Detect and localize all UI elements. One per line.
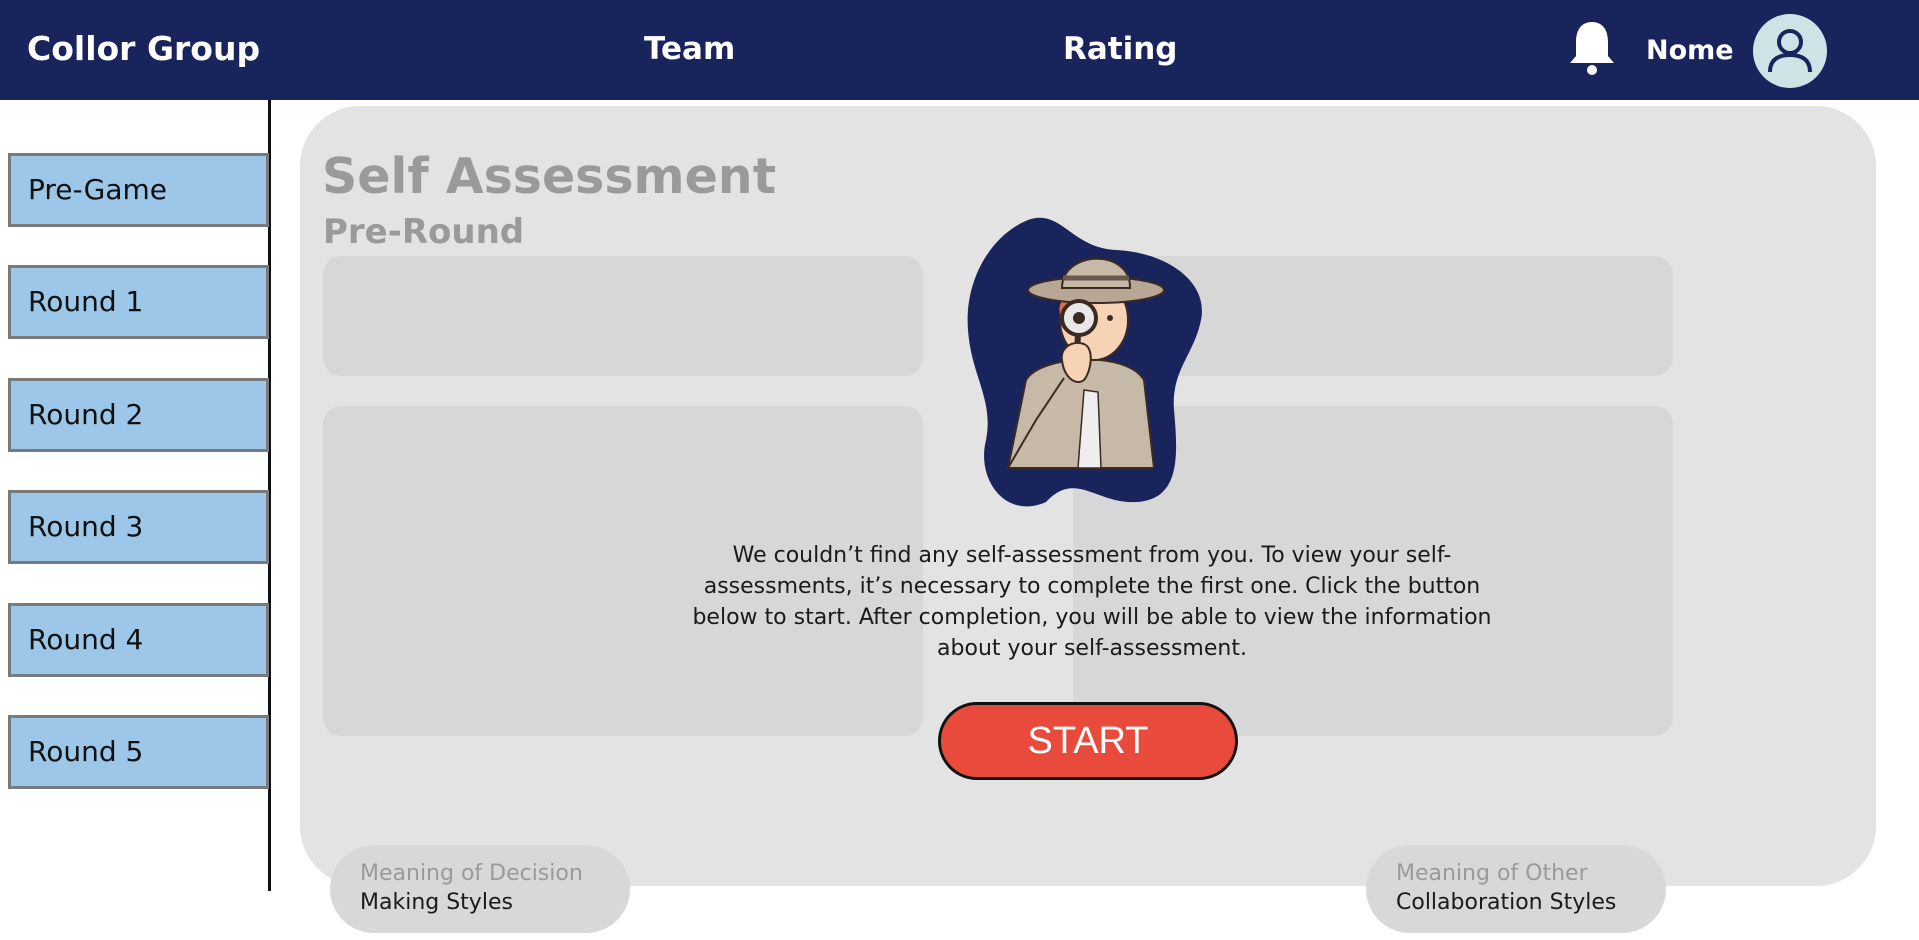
sidebar: Pre-Game Round 1 Round 2 Round 3 Round 4… [0,100,271,891]
page-title: Self Assessment [322,148,777,205]
sidebar-item-round-2[interactable]: Round 2 [8,378,269,452]
user-avatar[interactable] [1753,14,1827,88]
pill-line-1: Meaning of Decision [360,861,583,886]
empty-state-message: We couldn’t find any self-assessment fro… [692,543,1492,661]
nav-link-rating[interactable]: Rating [1063,31,1178,67]
decision-making-styles-link[interactable]: Meaning of Decision Making Styles [330,845,630,933]
brand-logo-text[interactable]: Collor Group [27,29,260,68]
placeholder-card-top-left [323,256,923,376]
page-subtitle: Pre-Round [323,212,525,252]
collaboration-styles-link[interactable]: Meaning of Other Collaboration Styles [1366,845,1666,933]
user-icon [1768,29,1812,73]
pill-line-2: Making Styles [360,890,513,915]
pill-line-2: Collaboration Styles [1396,890,1617,915]
start-button[interactable]: START [938,702,1238,780]
sidebar-item-round-5[interactable]: Round 5 [8,715,269,789]
sidebar-item-round-4[interactable]: Round 4 [8,603,269,677]
sidebar-item-round-1[interactable]: Round 1 [8,265,269,339]
sidebar-item-round-3[interactable]: Round 3 [8,490,269,564]
top-navigation-bar: Collor Group Team Rating Nome [0,0,1919,100]
detective-illustration [967,217,1202,507]
user-name[interactable]: Nome [1646,35,1734,66]
sidebar-item-pre-game[interactable]: Pre-Game [8,153,269,227]
pill-line-1: Meaning of Other [1396,861,1588,886]
bell-icon[interactable] [1564,18,1620,78]
nav-link-team[interactable]: Team [644,31,735,67]
